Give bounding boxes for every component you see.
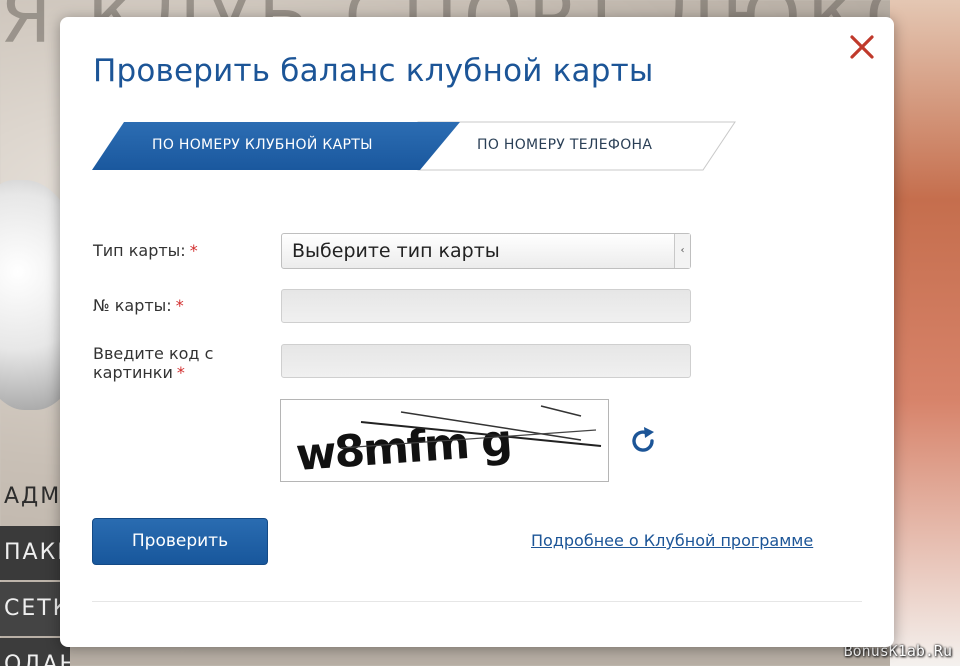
captcha-code-input[interactable] <box>281 344 691 378</box>
card-type-select-value: Выберите тип карты <box>292 240 500 262</box>
captcha-label-line2: картинки <box>93 363 173 382</box>
background-menu-item: ОДАНЫ <box>0 638 70 666</box>
captcha-code-label: Введите код с картинки * <box>93 344 213 382</box>
refresh-icon <box>632 427 654 452</box>
check-balance-button[interactable]: Проверить <box>92 518 268 565</box>
close-button[interactable] <box>846 31 878 63</box>
divider <box>92 601 862 602</box>
captcha-image: w8mfm g <box>280 399 609 482</box>
card-type-label: Тип карты: * <box>93 241 198 260</box>
card-number-input[interactable] <box>281 289 691 323</box>
card-number-label: № карты: * <box>93 296 184 315</box>
background-side-image <box>890 0 960 666</box>
club-program-link[interactable]: Подробнее о Клубной программе <box>531 531 813 550</box>
modal-title: Проверить баланс клубной карты <box>93 53 654 89</box>
card-type-label-text: Тип карты: <box>93 241 186 260</box>
card-number-label-text: № карты: <box>93 296 172 315</box>
card-type-select[interactable]: Выберите тип карты ‹ <box>281 233 691 269</box>
tab-card-number[interactable]: ПО НОМЕРУ КЛУБНОЙ КАРТЫ <box>152 137 373 153</box>
tab-bar: ПО НОМЕРУ КЛУБНОЙ КАРТЫ ПО НОМЕРУ ТЕЛЕФО… <box>92 120 737 172</box>
balance-check-modal: Проверить баланс клубной карты ПО НОМЕРУ… <box>60 17 894 647</box>
captcha-glyphs: w8mfm g <box>294 415 512 481</box>
close-icon <box>850 35 874 59</box>
captcha-refresh-button[interactable] <box>626 424 660 458</box>
required-mark: * <box>175 296 184 315</box>
captcha-label-line1: Введите код с <box>93 344 214 363</box>
required-mark: * <box>189 241 198 260</box>
chevron-down-icon: ‹ <box>674 234 690 268</box>
required-mark: * <box>176 363 185 382</box>
tab-phone-number[interactable]: ПО НОМЕРУ ТЕЛЕФОНА <box>477 137 652 153</box>
